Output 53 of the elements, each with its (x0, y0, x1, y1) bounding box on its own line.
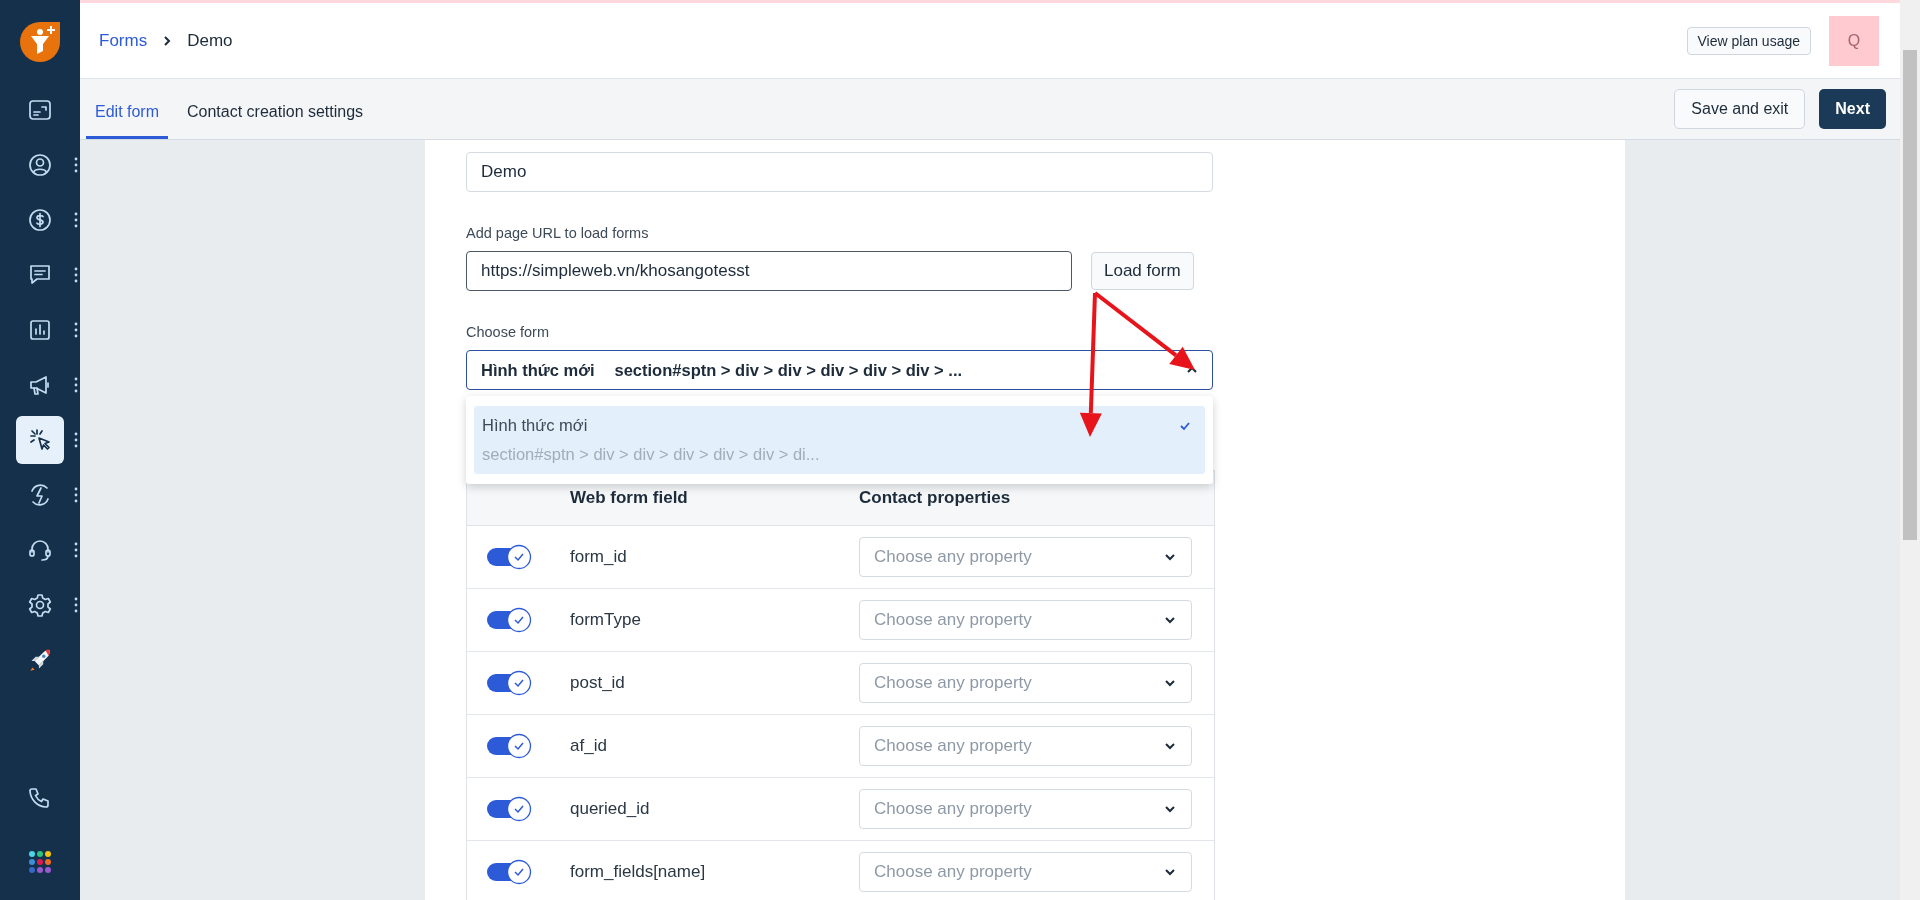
url-field[interactable]: https://simpleweb.vn/khosangotesst (466, 251, 1072, 291)
field-name: formType (570, 610, 642, 630)
toggle-switch[interactable] (486, 544, 532, 570)
chevron-down-icon (1164, 803, 1176, 815)
more-icon[interactable] (74, 486, 78, 504)
card-icon (27, 97, 53, 123)
scrollbar[interactable] (1900, 0, 1920, 900)
apps-grid-icon (27, 849, 53, 875)
field-name: form_fields[name] (570, 862, 707, 882)
more-icon[interactable] (74, 541, 78, 559)
more-icon[interactable] (74, 376, 78, 394)
next-button[interactable]: Next (1819, 89, 1886, 129)
column-header: Contact properties (859, 488, 1012, 508)
cursor-click-icon (27, 427, 53, 453)
check-icon (1179, 420, 1191, 432)
view-plan-usage-button[interactable]: View plan usage (1686, 26, 1811, 55)
chevron-down-icon (1164, 614, 1176, 626)
save-and-exit-button[interactable]: Save and exit (1674, 89, 1806, 129)
breadcrumb-current: Demo (187, 30, 233, 51)
form-select[interactable]: Hình thức mới section#sptn > div > div > div > div > div > ... (466, 350, 1213, 390)
chevron-down-icon (1164, 677, 1176, 689)
field-label: Add page URL to load forms (466, 225, 650, 241)
logo-icon (18, 20, 62, 64)
field-name: af_id (570, 736, 608, 756)
dropdown-option[interactable]: Hình thức mới section#sptn > div > div > div > div > div > di... (474, 406, 1205, 474)
toggle-switch[interactable] (486, 733, 532, 759)
chevron-down-icon (1164, 740, 1176, 752)
bar-chart-icon (27, 317, 53, 343)
toggle-switch[interactable] (486, 607, 532, 633)
user-circle-icon (27, 152, 53, 178)
more-icon[interactable] (74, 156, 78, 174)
more-icon[interactable] (74, 431, 78, 449)
more-icon[interactable] (74, 211, 78, 229)
form-name-field[interactable]: Demo (466, 152, 1213, 192)
more-icon[interactable] (74, 321, 78, 339)
field-name: queried_id (570, 799, 651, 819)
headset-icon (27, 537, 53, 563)
more-icon[interactable] (74, 266, 78, 284)
more-icon[interactable] (74, 596, 78, 614)
chevron-down-icon (1164, 866, 1176, 878)
toggle-switch[interactable] (486, 670, 532, 696)
field-name: post_id (570, 673, 626, 693)
load-form-button[interactable]: Load form (1091, 252, 1194, 290)
breadcrumb-link[interactable]: Forms (99, 30, 148, 51)
chevron-down-icon (1164, 551, 1176, 563)
toggle-switch[interactable] (486, 859, 532, 885)
field-name: form_id (570, 547, 628, 567)
column-header: Web form field (570, 488, 689, 508)
dollar-icon (27, 207, 53, 233)
settings-icon (27, 592, 53, 618)
field-label: Choose form (466, 324, 550, 340)
toggle-switch[interactable] (486, 796, 532, 822)
tab[interactable]: Contact creation settings (178, 79, 373, 139)
